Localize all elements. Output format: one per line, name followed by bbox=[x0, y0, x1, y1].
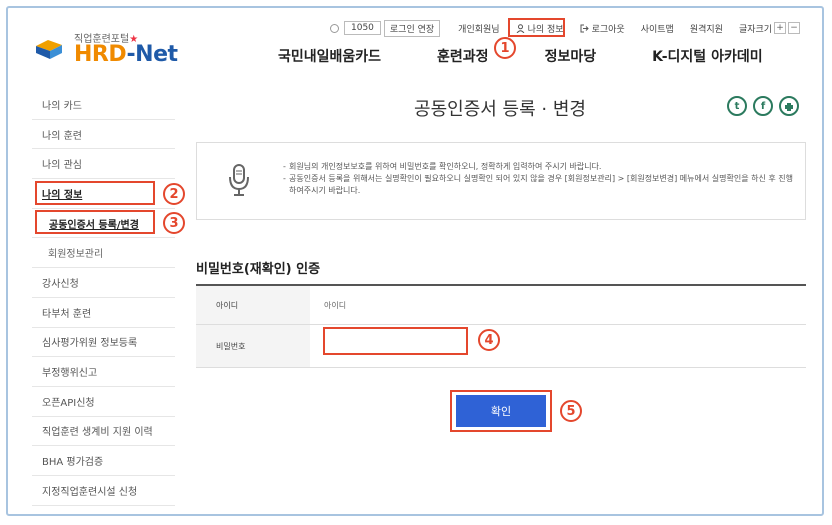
logo-name: HRD-Net bbox=[74, 42, 178, 67]
highlight-my-info bbox=[508, 18, 565, 37]
twitter-icon[interactable]: t bbox=[727, 96, 747, 116]
notice-list: 회원님의 개인정보보호를 위하여 비밀번호를 확인하오니, 정확하게 입력하여 … bbox=[283, 161, 793, 197]
hrd-net-logo[interactable]: 직업훈련포털★ HRD-Net bbox=[28, 26, 178, 67]
sidebar-item-open-api[interactable]: 오픈API신청 bbox=[32, 387, 175, 417]
sidebar-item-reviewer[interactable]: 심사평가위원 정보등록 bbox=[32, 328, 175, 358]
step-badge-4: 4 bbox=[478, 329, 500, 351]
font-zoom-out-button[interactable]: − bbox=[788, 22, 801, 34]
id-row: 아이디 아이디 bbox=[196, 286, 806, 325]
share-buttons: t f bbox=[721, 96, 799, 116]
sidebar-item-bha[interactable]: BHA 평가검증 bbox=[32, 446, 175, 476]
sidebar-item-my-interest[interactable]: 나의 관심 bbox=[32, 149, 175, 180]
password-form: 아이디 아이디 비밀번호 bbox=[196, 284, 806, 368]
highlight-certificate-menu bbox=[35, 210, 155, 234]
notice-item: 회원님의 개인정보보호를 위하여 비밀번호를 확인하오니, 정확하게 입력하여 … bbox=[283, 161, 793, 173]
clock-icon bbox=[330, 23, 339, 33]
page-title: 공동인증서 등록 · 변경 bbox=[414, 99, 586, 120]
gnb-item-info[interactable]: 정보마당 bbox=[545, 46, 597, 66]
microphone-icon bbox=[229, 164, 249, 196]
sidebar-item-other-ministry[interactable]: 타부처 훈련 bbox=[32, 298, 175, 328]
extend-login-button[interactable]: 로그인 연장 bbox=[383, 19, 441, 37]
password-input[interactable] bbox=[323, 327, 468, 355]
sidebar-item-fraud-report[interactable]: 부정행위신고 bbox=[32, 357, 175, 387]
sidebar-item-instructor[interactable]: 강사신청 bbox=[32, 268, 175, 298]
step-badge-5: 5 bbox=[560, 400, 582, 422]
remote-support-link[interactable]: 원격지원 bbox=[690, 22, 723, 35]
facebook-icon[interactable]: f bbox=[753, 96, 773, 116]
password-row: 비밀번호 bbox=[196, 325, 806, 368]
sidebar-item-living-cost[interactable]: 직업훈련 생계비 지원 이력 bbox=[32, 417, 175, 447]
logout-icon bbox=[580, 24, 589, 32]
section-title: 비밀번호(재확인) 인증 bbox=[196, 262, 321, 277]
user-greeting: 개인회원님 bbox=[458, 24, 500, 35]
logo-mark-icon bbox=[36, 40, 62, 59]
print-icon[interactable] bbox=[779, 96, 799, 116]
password-label: 비밀번호 bbox=[196, 325, 310, 367]
gnb-item-learning-card[interactable]: 국민내일배움카드 bbox=[278, 46, 381, 66]
font-size-label: 글자크기 bbox=[738, 24, 773, 35]
confirm-button[interactable]: 확인 bbox=[456, 395, 546, 427]
notice-box: 회원님의 개인정보보호를 위하여 비밀번호를 확인하오니, 정확하게 입력하여 … bbox=[196, 142, 806, 220]
logout-link[interactable]: 로그아웃 bbox=[580, 22, 625, 35]
session-timer: 1050 bbox=[344, 21, 381, 35]
utility-bar: 1050 로그인 연장 개인회원님 나의 정보 로그아웃 사이트맵 원격지원 글… bbox=[330, 19, 801, 37]
step-badge-3: 3 bbox=[163, 212, 185, 234]
main-navigation: 국민내일배움카드 훈련과정 정보마당 K-디지털 아카데미 bbox=[278, 46, 819, 66]
sidebar-item-member-info[interactable]: 회원정보관리 bbox=[32, 238, 175, 269]
id-label: 아이디 bbox=[196, 286, 310, 324]
gnb-item-k-digital[interactable]: K-디지털 아카데미 bbox=[652, 46, 762, 66]
step-badge-2: 2 bbox=[163, 183, 185, 205]
sitemap-link[interactable]: 사이트맵 bbox=[641, 22, 674, 35]
step-badge-1: 1 bbox=[494, 37, 516, 59]
logout-label: 로그아웃 bbox=[591, 24, 625, 35]
sidebar-item-my-training[interactable]: 나의 훈련 bbox=[32, 120, 175, 150]
sidebar-item-facility[interactable]: 지정직업훈련시설 신청 bbox=[32, 476, 175, 506]
notice-item: 공동인증서 등록을 위해서는 실명확인이 필요하오니 실명확인 되어 있지 않을… bbox=[283, 173, 793, 197]
gnb-item-training-course[interactable]: 훈련과정 bbox=[437, 46, 489, 66]
sidebar-item-my-card[interactable]: 나의 카드 bbox=[32, 90, 175, 120]
highlight-my-info-menu bbox=[35, 181, 155, 205]
font-zoom-in-button[interactable]: + bbox=[774, 22, 787, 34]
sidebar: 나의 카드 나의 훈련 나의 관심 나의 정보 공동인증서 등록/변경 회원정보… bbox=[32, 90, 175, 506]
id-value: 아이디 bbox=[324, 300, 347, 310]
